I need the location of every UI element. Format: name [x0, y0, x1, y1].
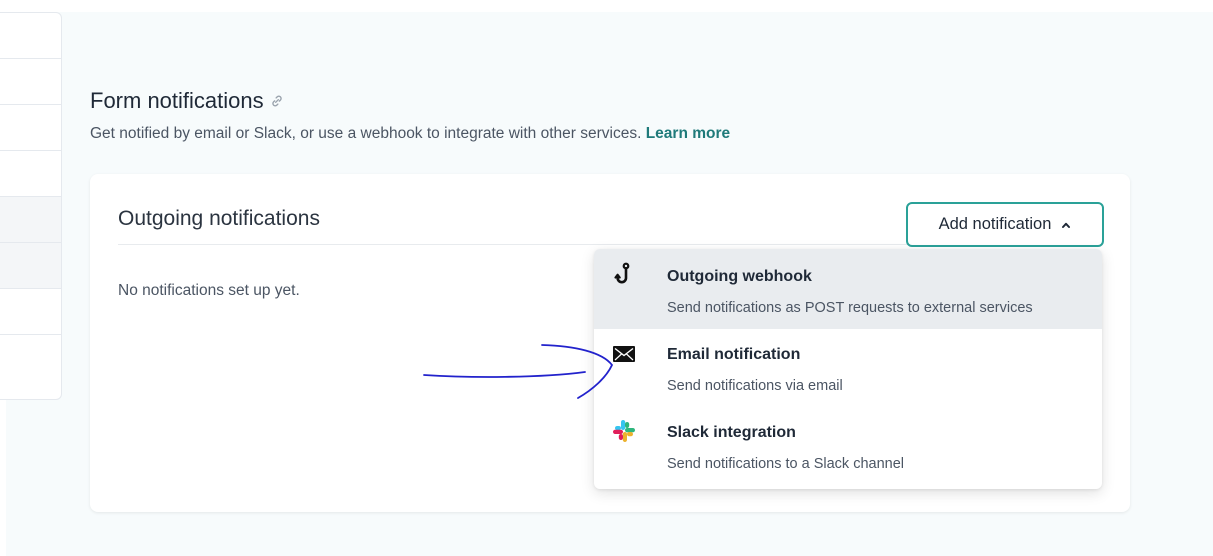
nav-item[interactable]	[0, 289, 61, 335]
nav-item[interactable]	[0, 335, 61, 381]
menu-item-title: Slack integration	[667, 424, 796, 441]
nav-item[interactable]	[0, 13, 61, 59]
nav-item-active[interactable]	[0, 197, 61, 243]
menu-item-outgoing-webhook[interactable]: Outgoing webhook Send notifications as P…	[594, 249, 1102, 329]
section-heading: Form notifications	[90, 88, 284, 114]
menu-item-description: Send notifications to a Slack channel	[667, 456, 904, 472]
menu-item-description: Send notifications as POST requests to e…	[667, 300, 1033, 316]
menu-item-title: Outgoing webhook	[667, 268, 812, 285]
nav-item[interactable]	[0, 105, 61, 151]
nav-item[interactable]	[0, 59, 61, 105]
slack-icon	[613, 420, 635, 442]
menu-item-description: Send notifications via email	[667, 378, 843, 394]
add-notification-label: Add notification	[938, 215, 1052, 233]
envelope-icon	[613, 346, 635, 362]
webhook-hook-icon	[614, 262, 630, 284]
left-navigation	[0, 12, 62, 400]
card-title: Outgoing notifications	[118, 207, 320, 230]
chevron-up-icon	[1062, 222, 1071, 228]
menu-item-email-notification[interactable]: Email notification Send notifications vi…	[594, 329, 1102, 409]
add-notification-button[interactable]: Add notification	[906, 202, 1104, 247]
section-title: Form notifications	[90, 88, 264, 113]
empty-state-text: No notifications set up yet.	[118, 282, 300, 299]
nav-item[interactable]	[0, 151, 61, 197]
menu-item-slack-integration[interactable]: Slack integration Send notifications to …	[594, 409, 1102, 489]
link-icon[interactable]	[270, 94, 284, 108]
notification-type-menu: Outgoing webhook Send notifications as P…	[594, 249, 1102, 489]
learn-more-link[interactable]: Learn more	[646, 125, 730, 142]
description-text: Get notified by email or Slack, or use a…	[90, 125, 642, 142]
menu-item-title: Email notification	[667, 346, 801, 363]
section-description: Get notified by email or Slack, or use a…	[90, 125, 730, 143]
nav-item[interactable]	[0, 243, 61, 289]
